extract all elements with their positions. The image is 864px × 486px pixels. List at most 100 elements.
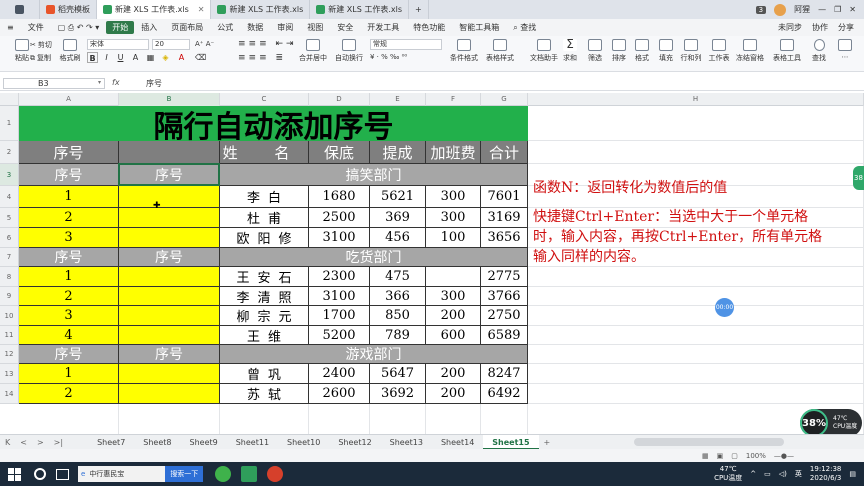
merge-center-button[interactable]: 合并居中 bbox=[296, 39, 330, 63]
base-pay-cell[interactable]: 2300 bbox=[309, 267, 370, 287]
overtime-cell[interactable]: 300 bbox=[426, 186, 481, 208]
base-pay-cell[interactable]: 2500 bbox=[309, 208, 370, 228]
chevron-down-icon[interactable]: ▾ bbox=[98, 79, 101, 86]
cortana-icon[interactable] bbox=[34, 468, 46, 480]
overtime-cell[interactable]: 600 bbox=[426, 326, 481, 345]
commission-cell[interactable]: 366 bbox=[370, 287, 426, 306]
tray-chevron-icon[interactable]: ^ bbox=[750, 470, 756, 478]
seq-helper-cell[interactable] bbox=[119, 208, 220, 228]
sync-button[interactable]: 未同步 bbox=[778, 22, 802, 33]
commission-cell[interactable]: 475 bbox=[370, 267, 426, 287]
clear-format-icon[interactable]: ⌫ bbox=[195, 52, 206, 63]
section-seq-b[interactable]: 序号 bbox=[119, 345, 220, 364]
seq-helper-cell[interactable] bbox=[119, 267, 220, 287]
seq-number-cell[interactable]: 1 bbox=[19, 267, 119, 287]
number-format-icons[interactable]: ¥ · % ‰ ⁰⁰ bbox=[370, 53, 407, 61]
commission-cell[interactable]: 369 bbox=[370, 208, 426, 228]
overtime-cell[interactable]: 300 bbox=[426, 208, 481, 228]
recording-timer[interactable]: 00:00 bbox=[715, 298, 734, 317]
ime-indicator[interactable]: 英 bbox=[795, 469, 802, 479]
menu-page-layout[interactable]: 页面布局 bbox=[164, 22, 210, 33]
section-seq-a[interactable]: 序号 bbox=[19, 164, 119, 186]
overtime-cell[interactable]: 200 bbox=[426, 384, 481, 404]
header-name[interactable]: 姓 名 bbox=[220, 141, 309, 164]
menu-security[interactable]: 安全 bbox=[330, 22, 360, 33]
doc-tab[interactable]: 新建 XLS 工作表.xls bbox=[310, 0, 410, 19]
select-all-corner[interactable] bbox=[0, 93, 19, 106]
font-grow-icons[interactable]: A⁺ A⁻ bbox=[195, 40, 214, 48]
underline-button[interactable]: U bbox=[115, 52, 126, 63]
overtime-cell[interactable]: 200 bbox=[426, 364, 481, 384]
header-base[interactable]: 保底 bbox=[309, 141, 370, 164]
quick-access-icons[interactable]: ▢ ⎙ ↶ ↷ ▾ bbox=[51, 23, 107, 33]
table-tools-button[interactable]: 表格工具 bbox=[770, 39, 804, 63]
section-name[interactable]: 游戏部门 bbox=[220, 345, 528, 364]
notification-icon[interactable]: ▤ bbox=[849, 470, 856, 478]
horizontal-scrollbar[interactable] bbox=[634, 438, 784, 446]
doc-tab-active[interactable]: 新建 XLS 工作表.xls ✕ bbox=[97, 0, 212, 19]
number-format-select[interactable]: 常规 bbox=[370, 39, 442, 50]
sheet-tab-sheet7[interactable]: Sheet7 bbox=[88, 435, 134, 450]
formula-input[interactable]: 序号 bbox=[146, 78, 162, 89]
share-button[interactable]: 分享 bbox=[838, 22, 854, 33]
header-blank[interactable] bbox=[119, 141, 220, 164]
window-count-badge[interactable]: 3 bbox=[755, 5, 767, 14]
employee-name-cell[interactable]: 柳宗元 bbox=[220, 306, 309, 326]
fx-icon[interactable]: fx bbox=[112, 78, 120, 87]
overtime-cell[interactable]: 200 bbox=[426, 306, 481, 326]
menu-file[interactable]: 文件 bbox=[21, 22, 51, 33]
sheet-tab-sheet12[interactable]: Sheet12 bbox=[329, 435, 380, 450]
menu-smart-tools[interactable]: 智能工具箱 bbox=[452, 22, 506, 33]
font-size-select[interactable]: 20 bbox=[152, 39, 190, 50]
menu-start[interactable]: 开始 bbox=[106, 21, 135, 34]
seq-number-cell[interactable]: 1 bbox=[19, 364, 119, 384]
app-green-icon[interactable] bbox=[215, 466, 232, 482]
menu-formula[interactable]: 公式 bbox=[210, 22, 240, 33]
menu-data[interactable]: 数据 bbox=[240, 22, 270, 33]
column-header-h[interactable]: H bbox=[528, 93, 864, 106]
sum-button[interactable]: Σ 求和 bbox=[556, 38, 584, 63]
total-cell[interactable]: 2750 bbox=[481, 306, 528, 326]
row-header-9[interactable]: 9 bbox=[0, 287, 19, 306]
menu-dev-tools[interactable]: 开发工具 bbox=[360, 22, 406, 33]
taskbar-search-button[interactable]: 搜索一下 bbox=[165, 466, 204, 482]
sheet-tab-sheet8[interactable]: Sheet8 bbox=[134, 435, 180, 450]
total-cell[interactable]: 6589 bbox=[481, 326, 528, 345]
sheet-tab-sheet11[interactable]: Sheet11 bbox=[227, 435, 278, 450]
commission-cell[interactable]: 456 bbox=[370, 228, 426, 248]
app-red-icon[interactable] bbox=[267, 466, 284, 482]
taskbar-search[interactable]: e 中行惠民宝 搜索一下 bbox=[78, 466, 204, 482]
employee-name-cell[interactable]: 杜甫 bbox=[220, 208, 309, 228]
commission-cell[interactable]: 789 bbox=[370, 326, 426, 345]
base-pay-cell[interactable]: 2600 bbox=[309, 384, 370, 404]
maximize-icon[interactable]: ❐ bbox=[834, 5, 841, 14]
seq-number-cell[interactable]: 3 bbox=[19, 306, 119, 326]
row-header-1[interactable]: 1 bbox=[0, 106, 19, 141]
close-icon[interactable]: ✕ bbox=[198, 5, 205, 14]
sheet-tab-sheet10[interactable]: Sheet10 bbox=[278, 435, 329, 450]
search-menu[interactable]: ⌕ 查找 bbox=[506, 22, 543, 33]
section-seq-b[interactable]: 序号 bbox=[119, 164, 220, 186]
strike-icon[interactable]: A bbox=[130, 52, 141, 63]
border-icon[interactable]: ▦ bbox=[145, 52, 156, 63]
clock[interactable]: 19:12:38 2020/6/3 bbox=[810, 465, 841, 483]
home-tab[interactable] bbox=[0, 0, 40, 19]
next-sheet-icon[interactable]: > bbox=[32, 438, 49, 447]
menu-features[interactable]: 特色功能 bbox=[406, 22, 452, 33]
row-header-11[interactable]: 11 bbox=[0, 326, 19, 345]
seq-number-cell[interactable]: 1 bbox=[19, 186, 119, 208]
copy-button[interactable]: ⧉ 复制 bbox=[30, 53, 51, 63]
employee-name-cell[interactable]: 李清照 bbox=[220, 287, 309, 306]
table-style-button[interactable]: 表格样式 bbox=[482, 39, 518, 63]
sheet-tab-sheet14[interactable]: Sheet14 bbox=[432, 435, 483, 450]
zoom-slider[interactable]: —●— bbox=[774, 452, 794, 460]
commission-cell[interactable]: 3692 bbox=[370, 384, 426, 404]
total-cell[interactable]: 6492 bbox=[481, 384, 528, 404]
seq-number-cell[interactable]: 2 bbox=[19, 384, 119, 404]
base-pay-cell[interactable]: 1700 bbox=[309, 306, 370, 326]
avatar[interactable] bbox=[774, 3, 787, 16]
zoom-level[interactable]: 100% bbox=[746, 452, 766, 460]
worksheet-button[interactable]: 工作表 bbox=[704, 39, 734, 63]
name-box[interactable]: B3 bbox=[3, 78, 105, 89]
seq-number-cell[interactable]: 2 bbox=[19, 208, 119, 228]
